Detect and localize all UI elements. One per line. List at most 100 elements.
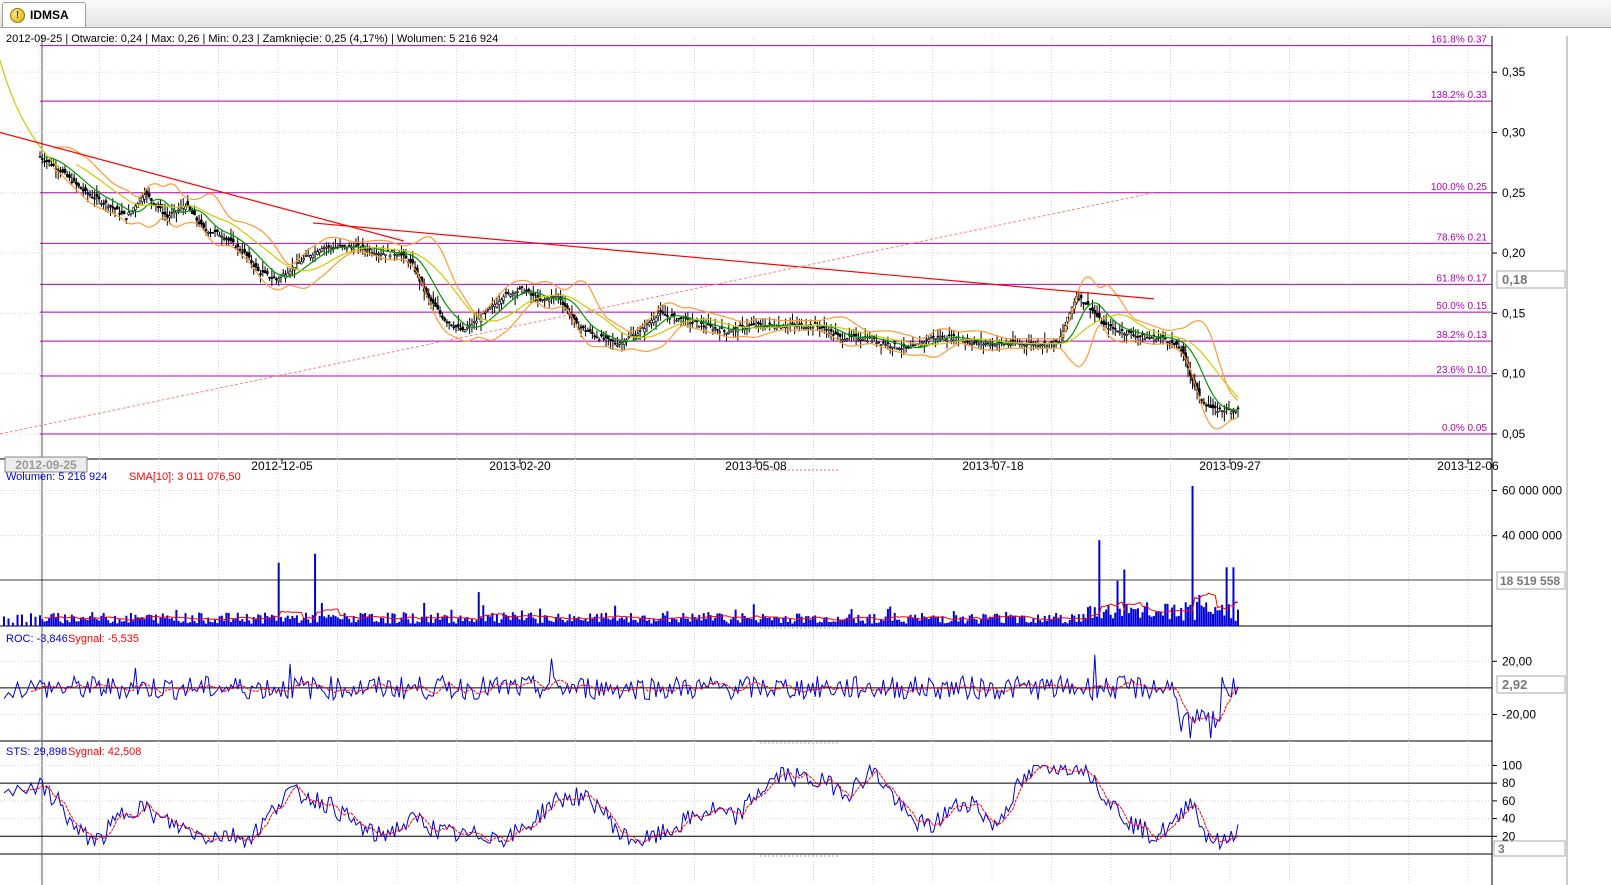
candle-body	[941, 335, 944, 338]
chart-canvas[interactable]: 2012-09-25 | Otwarcie: 0,24 | Max: 0,26 …	[0, 28, 1611, 885]
volume-bar	[1111, 618, 1114, 626]
candle-body	[368, 248, 371, 251]
volume-bar	[248, 620, 251, 626]
volume-bar	[1130, 607, 1133, 626]
candle-body	[1232, 410, 1235, 412]
candle-body	[900, 348, 903, 350]
candle-body	[1066, 316, 1069, 323]
volume-bar	[250, 623, 253, 626]
candle-body	[261, 270, 265, 273]
candle-body	[752, 323, 756, 325]
candle-body	[147, 193, 151, 197]
x-tick-label: 2012-12-05	[251, 459, 313, 473]
volume-bar	[1175, 616, 1178, 626]
volume-bar	[498, 623, 501, 626]
info-line: 2012-09-25 | Otwarcie: 0,24 | Max: 0,26 …	[6, 33, 498, 45]
candle-body	[306, 254, 310, 257]
volume-bar	[1041, 622, 1044, 626]
candle-body	[1104, 322, 1108, 325]
candle-body	[841, 339, 844, 342]
candle-body	[1202, 401, 1206, 404]
candle-body	[506, 292, 510, 294]
volume-bar	[1209, 611, 1212, 626]
candle-body	[1136, 335, 1140, 338]
candle-body	[75, 181, 78, 185]
volume-bar	[682, 613, 685, 626]
volume-bar	[980, 619, 983, 626]
volume-bar	[900, 621, 903, 626]
volume-bar	[423, 602, 426, 626]
volume-bar	[657, 620, 660, 626]
candle-body	[1154, 339, 1158, 342]
volume-bar	[886, 609, 889, 626]
volume-bar	[570, 621, 573, 626]
candle-body	[1043, 341, 1047, 344]
volume-bar	[564, 622, 567, 626]
candle-body	[618, 342, 621, 345]
candle-body	[1082, 302, 1085, 304]
candle-body	[327, 245, 331, 248]
candle-body	[538, 298, 542, 301]
candle-body	[272, 276, 276, 279]
candle-body	[472, 321, 476, 323]
volume-bar	[561, 619, 564, 626]
volume-bar	[236, 612, 239, 626]
candle-body	[504, 292, 508, 294]
volume-bar	[350, 622, 353, 626]
volume-bar	[764, 617, 767, 626]
candle-body	[759, 323, 762, 325]
volume-bar	[189, 622, 192, 626]
volume-bar	[768, 617, 771, 626]
candle-body	[200, 219, 203, 225]
volume-bar	[66, 620, 69, 626]
candle-body	[911, 344, 915, 347]
volume-bar	[627, 622, 630, 626]
roc-signal-line	[30, 679, 1239, 723]
volume-bar	[668, 622, 671, 626]
candle-body	[650, 320, 653, 324]
y-tick-label: 0,05	[1502, 427, 1526, 441]
candle-body	[204, 229, 208, 231]
candle-body	[438, 310, 442, 314]
candle-body	[741, 324, 744, 327]
volume-bar	[718, 613, 721, 626]
candle-body	[259, 273, 262, 276]
volume-bar	[502, 612, 505, 626]
volume-bar	[241, 619, 244, 626]
volume-bar	[548, 620, 551, 626]
candle-body	[102, 202, 105, 205]
volume-bar	[575, 618, 578, 626]
candle-body	[431, 299, 435, 304]
volume-bar	[436, 612, 439, 626]
volume-bar	[832, 621, 835, 626]
candle-body	[100, 202, 103, 205]
candle-body	[277, 278, 280, 282]
candle-body	[163, 211, 167, 215]
volume-bar	[84, 619, 87, 626]
volume-bar	[70, 614, 73, 626]
volume-bar	[414, 623, 417, 626]
candle-body	[579, 326, 583, 329]
volume-bar	[298, 622, 301, 626]
volume-bar	[700, 620, 703, 626]
candle-body	[377, 253, 381, 255]
candle-body	[875, 342, 878, 344]
volume-bar	[741, 613, 744, 626]
volume-bar	[1100, 618, 1103, 626]
volume-bar	[1234, 620, 1237, 626]
volume-bar	[327, 614, 330, 626]
volume-bar	[264, 612, 267, 626]
candle-body	[1200, 399, 1203, 402]
volume-bar	[914, 614, 917, 626]
candle-body	[1079, 294, 1083, 299]
volume-bar	[652, 619, 655, 626]
volume-bar	[857, 614, 860, 626]
volume-bar	[475, 620, 478, 626]
volume-bar	[786, 622, 789, 626]
volume-bar	[743, 615, 746, 626]
volume-bar	[557, 613, 560, 626]
candle-body	[595, 336, 599, 339]
tab-idmsa[interactable]: ! IDMSA	[2, 2, 86, 27]
candle-body	[663, 314, 667, 316]
volume-bar	[300, 620, 303, 626]
